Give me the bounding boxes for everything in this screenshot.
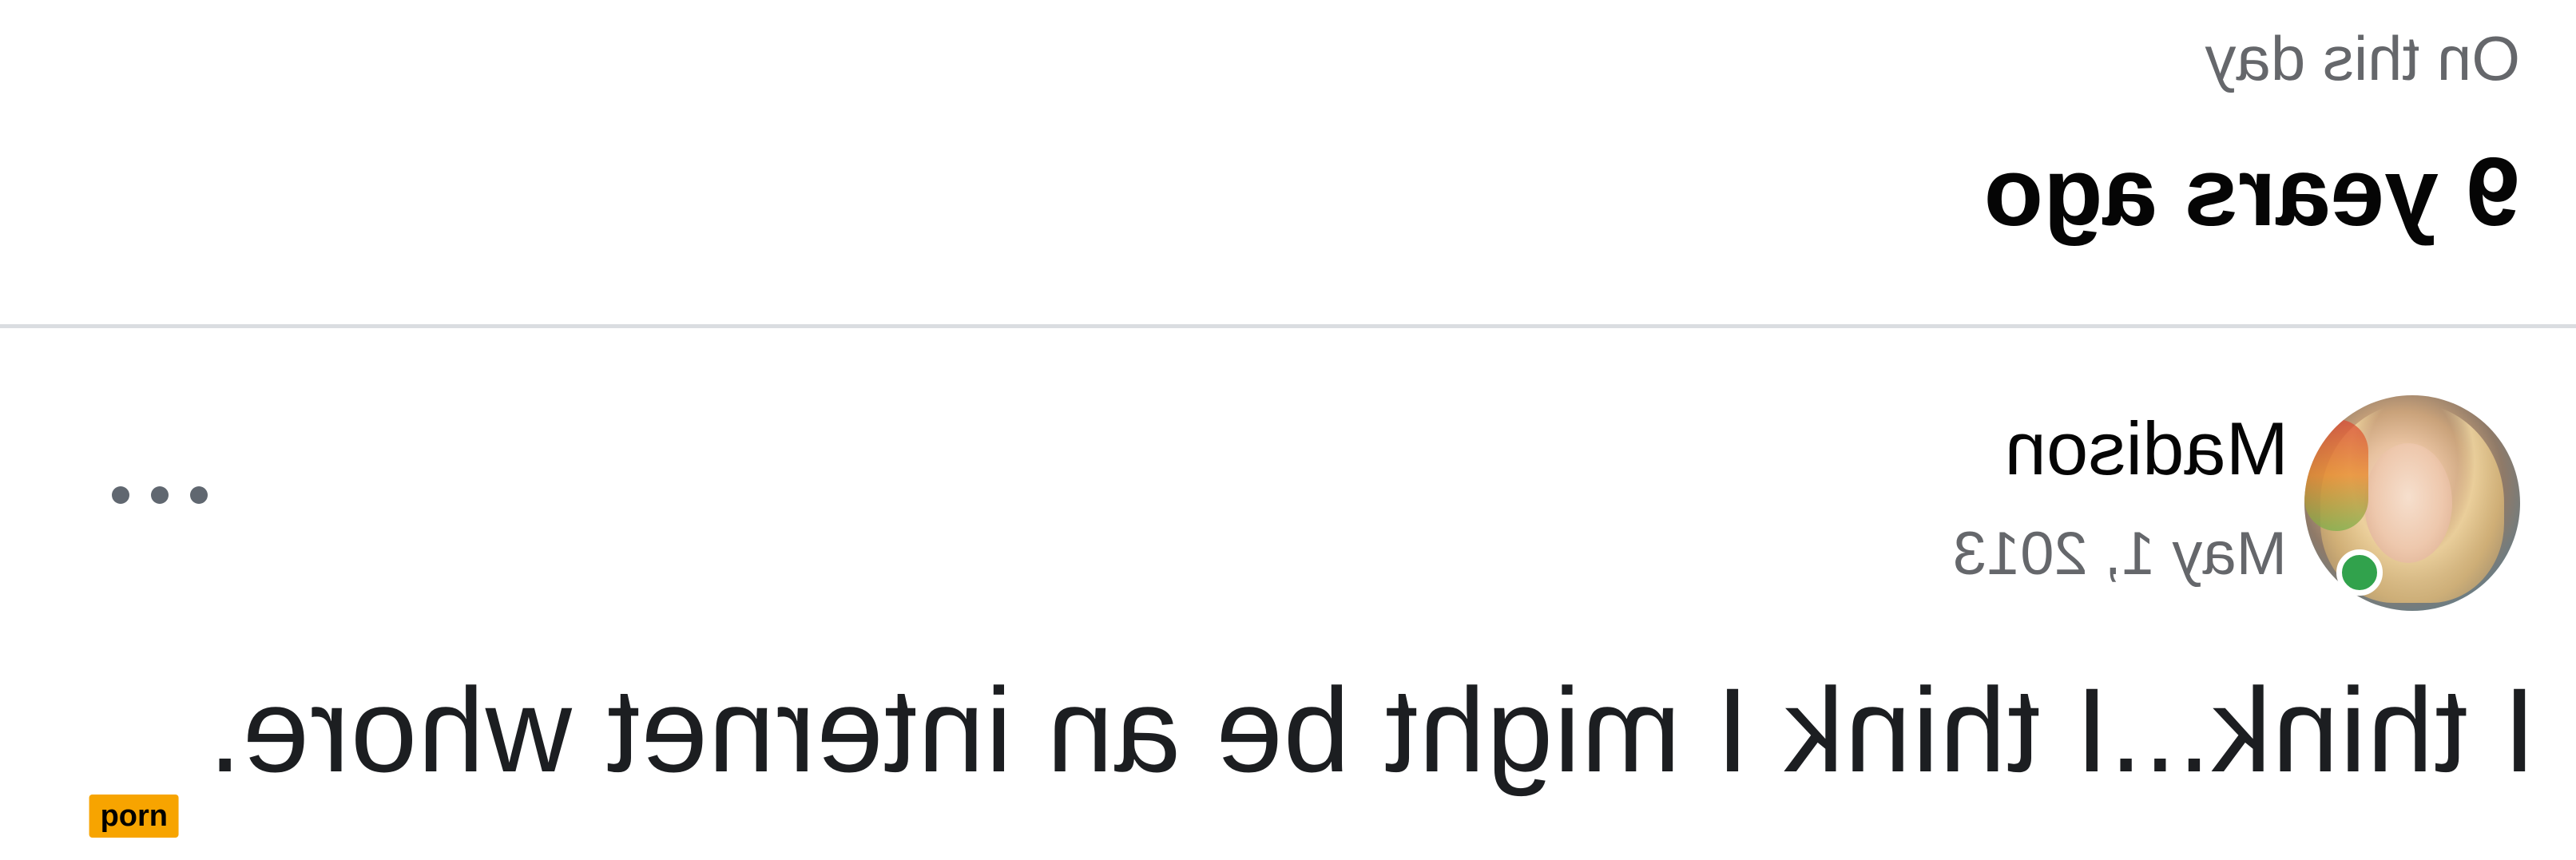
- more-horizontal-icon: [190, 486, 208, 504]
- memory-title: 9 years ago: [1983, 137, 2520, 246]
- memory-card: On this day 9 years ago Madison May 1, 2…: [0, 0, 2576, 860]
- post-header: Madison May 1, 2013: [0, 375, 2576, 615]
- avatar-background-accent: [2304, 419, 2368, 531]
- author-name[interactable]: Madison: [2005, 406, 2288, 492]
- more-horizontal-icon: [112, 486, 129, 504]
- watermark-badge: porn: [89, 795, 180, 838]
- divider: [0, 324, 2576, 328]
- more-horizontal-icon: [151, 486, 169, 504]
- memory-header: On this day 9 years ago: [44, 16, 2520, 319]
- memory-subtitle: On this day: [2205, 23, 2520, 93]
- avatar-face: [2364, 443, 2452, 563]
- post-date[interactable]: May 1, 2013: [1953, 519, 2287, 589]
- more-options-button[interactable]: [112, 471, 208, 519]
- online-status-icon: [2336, 549, 2383, 596]
- post-text: I think...I think I might be an internet…: [207, 663, 2536, 797]
